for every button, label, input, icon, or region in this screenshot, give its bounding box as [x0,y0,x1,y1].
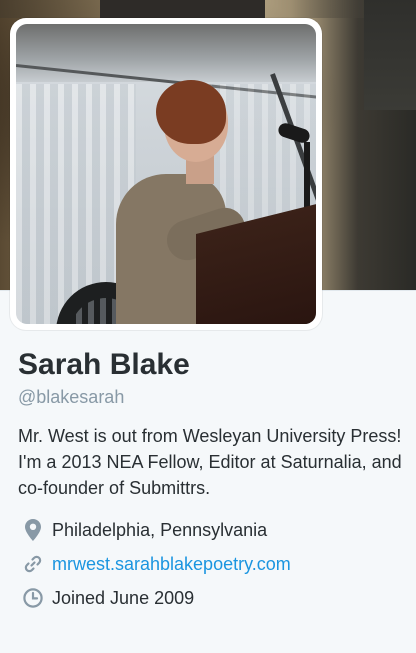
location-row: Philadelphia, Pennsylvania [18,513,410,547]
joined-text: Joined June 2009 [52,587,195,608]
photo-person-hair [156,80,226,144]
location-pin-icon [23,519,43,541]
avatar[interactable] [10,18,322,330]
banner-dark-shape [100,0,265,20]
website-row: mrwest.sarahblakepoetry.com [18,547,410,581]
link-icon [23,553,43,575]
banner-window [364,0,416,110]
profile-handle[interactable]: @blakesarah [18,385,410,409]
profile-meta: Philadelphia, Pennsylvania mrwest.sarahb… [18,513,410,615]
joined-row: Joined June 2009 [18,581,410,615]
avatar-photo [16,24,316,324]
clock-icon [23,587,43,609]
profile-info: Sarah Blake @blakesarah Mr. West is out … [18,348,410,615]
location-text: Philadelphia, Pennsylvania [52,519,268,540]
profile-name[interactable]: Sarah Blake [18,348,410,382]
profile-bio: Mr. West is out from Wesleyan University… [18,426,402,498]
website-link[interactable]: mrwest.sarahblakepoetry.com [52,554,291,575]
